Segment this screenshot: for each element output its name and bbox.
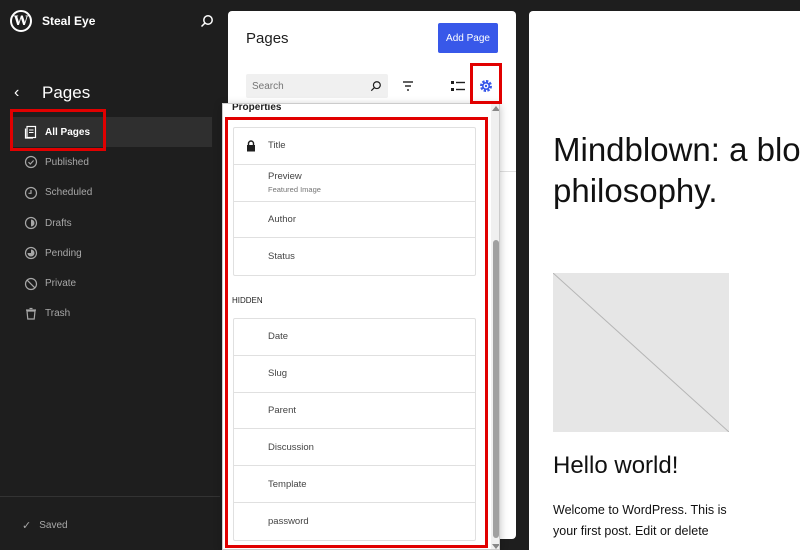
sidebar-item-label: Drafts — [45, 217, 72, 229]
search-icon[interactable] — [200, 14, 214, 28]
sidebar-item-label: All Pages — [45, 126, 91, 138]
sidebar-item-scheduled[interactable]: Scheduled — [12, 178, 212, 208]
field-label: password — [268, 515, 309, 527]
field-title[interactable]: Title — [234, 128, 475, 165]
sidebar-title: Pages — [42, 83, 91, 102]
sidebar-item-all-pages[interactable]: All Pages — [12, 117, 212, 148]
field-label: Template — [268, 478, 307, 490]
search-input[interactable] — [252, 80, 362, 92]
pending-circle-icon — [24, 247, 38, 260]
preview-post-excerpt: Welcome to WordPress. This is your first… — [553, 503, 727, 538]
gear-icon[interactable] — [476, 76, 496, 96]
field-discussion[interactable]: Discussion — [234, 429, 475, 467]
sidebar-item-label: Pending — [45, 247, 82, 259]
sidebar-item-label: Trash — [45, 308, 71, 320]
field-template[interactable]: Template — [234, 466, 475, 503]
sidebar-item-trash[interactable]: Trash — [12, 299, 212, 329]
field-sublabel: Featured Image — [268, 185, 321, 195]
sidebar-item-private[interactable]: Private — [12, 268, 212, 298]
site-name: Steal Eye — [42, 14, 96, 28]
add-page-button[interactable]: Add Page — [438, 23, 498, 53]
sidebar-item-label: Published — [45, 156, 89, 168]
filter-icon[interactable] — [398, 76, 418, 96]
lock-icon — [247, 140, 255, 152]
field-label: Preview — [268, 171, 302, 183]
back-arrow-icon[interactable]: ‹ — [14, 85, 28, 101]
pages-icon — [24, 126, 37, 139]
sidebar-divider — [0, 496, 220, 497]
field-label: Discussion — [268, 441, 314, 453]
check-circle-icon — [24, 156, 38, 169]
sidebar: W Steal Eye ‹ Pages All Pages Published — [0, 0, 220, 550]
sidebar-nav: All Pages Published Scheduled Drafts Pen… — [12, 117, 212, 329]
check-icon: ✓ — [22, 520, 32, 532]
properties-heading: Properties — [232, 103, 282, 113]
wordpress-logo-icon[interactable]: W — [10, 10, 32, 32]
field-label: Status — [268, 251, 295, 263]
fields-dropdown: Properties Title Preview Featured Image … — [222, 103, 500, 550]
field-label: Slug — [268, 368, 288, 380]
block-icon — [24, 277, 38, 290]
clock-icon — [24, 186, 38, 199]
list-view-icon[interactable] — [448, 76, 468, 96]
field-date[interactable]: Date — [234, 319, 475, 356]
properties-group: Title Preview Featured Image Author Stat… — [233, 127, 476, 277]
trash-icon — [26, 307, 36, 320]
field-parent[interactable]: Parent — [234, 393, 475, 430]
field-label: Author — [268, 213, 296, 225]
draft-circle-icon — [24, 216, 38, 230]
field-password[interactable]: password — [234, 503, 475, 540]
sidebar-item-pending[interactable]: Pending — [12, 238, 212, 268]
site-brand[interactable]: W Steal Eye — [10, 10, 95, 32]
preview-post-title: Hello world! — [553, 452, 679, 479]
scroll-down-icon[interactable] — [492, 544, 499, 549]
field-status[interactable]: Status — [234, 238, 475, 275]
hidden-group: Date Slug Parent Discussion Template pas… — [233, 318, 476, 541]
field-preview[interactable]: Preview Featured Image — [234, 165, 475, 202]
field-label: Parent — [268, 404, 296, 416]
image-placeholder-icon — [553, 273, 729, 432]
field-author[interactable]: Author — [234, 202, 475, 239]
sidebar-item-label: Private — [45, 278, 77, 290]
field-label: Date — [268, 331, 289, 343]
field-slug[interactable]: Slug — [234, 356, 475, 393]
field-label: Title — [268, 140, 286, 152]
sidebar-item-label: Scheduled — [45, 187, 93, 199]
saved-status: ✓ Saved — [22, 519, 68, 532]
saved-label: Saved — [39, 520, 68, 531]
sidebar-item-drafts[interactable]: Drafts — [12, 208, 212, 238]
page-title: Pages — [246, 30, 289, 47]
sidebar-item-published[interactable]: Published — [12, 147, 212, 177]
preview-hero-heading: Mindblown: a blog about philosophy. — [553, 131, 800, 209]
dropdown-scrollbar[interactable] — [491, 104, 499, 549]
search-box[interactable] — [246, 74, 388, 98]
scroll-thumb[interactable] — [493, 240, 499, 538]
featured-image-placeholder — [553, 273, 729, 432]
site-preview[interactable]: Mindblown: a blog about philosophy. Hell… — [529, 11, 800, 550]
hidden-heading: HIDDEN — [232, 296, 263, 305]
scroll-up-icon[interactable] — [492, 106, 499, 111]
back-row: ‹ Pages — [14, 83, 90, 103]
search-icon[interactable] — [370, 79, 382, 93]
